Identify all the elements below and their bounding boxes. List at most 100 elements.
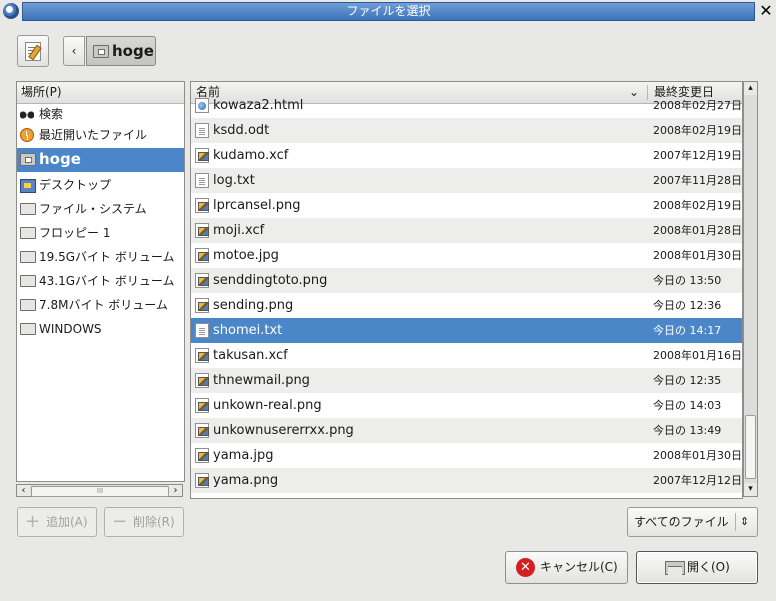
file-modified-date: 2008年01月16日 xyxy=(653,349,742,362)
file-name: unkownusererrxx.png xyxy=(213,423,354,438)
file-modified-date: 今日の 12:36 xyxy=(653,299,722,312)
place-label: WINDOWS xyxy=(39,322,102,336)
file-name: yama.png xyxy=(213,473,279,488)
file-name: unkown-real.png xyxy=(213,398,322,413)
scroll-down-arrow-icon[interactable]: ▾ xyxy=(744,483,757,496)
drive-icon xyxy=(20,251,36,263)
cancel-label: キャンセル(C) xyxy=(540,560,618,574)
place-filesystem[interactable]: ファイル・システム xyxy=(17,198,184,222)
file-row[interactable]: yama.jpg 2008年01月30日 xyxy=(191,443,742,468)
image-file-icon xyxy=(195,448,209,463)
file-row[interactable]: unkownusererrxx.png 今日の 13:49 xyxy=(191,418,742,443)
file-list-vertical-scrollbar[interactable]: ▴ ▾ xyxy=(743,81,758,497)
place-recent[interactable]: 最近開いたファイル xyxy=(17,125,184,146)
file-row[interactable]: unkown-real.png 今日の 14:03 xyxy=(191,393,742,418)
places-pane: 場所(P) 検索 最近開いたファイル hoge デスクトップ ファイル・システム… xyxy=(16,81,185,482)
image-file-icon xyxy=(195,373,209,388)
place-volume-43gb[interactable]: 43.1Gバイト ボリューム xyxy=(17,270,184,294)
app-menu-icon[interactable] xyxy=(3,3,19,19)
file-name: thnewmail.png xyxy=(213,373,310,388)
file-modified-date: 2007年12月12日 xyxy=(653,474,742,487)
file-modified-date: 2007年11月28日 xyxy=(653,174,742,187)
file-type-filter[interactable]: すべてのファイル ⇕ xyxy=(627,507,758,537)
file-modified-date: 2008年02月27日 xyxy=(653,99,742,112)
file-name: sending.png xyxy=(213,298,294,313)
place-hoge[interactable]: hoge xyxy=(17,148,184,172)
file-modified-date: 2008年02月19日 xyxy=(653,199,742,212)
places-header[interactable]: 場所(P) xyxy=(17,82,184,104)
remove-label: 削除(R) xyxy=(133,515,175,529)
file-row[interactable]: sending.png 今日の 12:36 xyxy=(191,293,742,318)
close-button[interactable]: ✕ xyxy=(757,2,775,20)
place-windows[interactable]: WINDOWS xyxy=(17,318,184,342)
path-back-button[interactable]: ‹ xyxy=(63,36,85,66)
cancel-button[interactable]: ✕ キャンセル(C) xyxy=(505,551,628,584)
scroll-right-arrow-icon[interactable]: › xyxy=(169,485,182,496)
place-search[interactable]: 検索 xyxy=(17,104,184,125)
file-row[interactable]: log.txt 2007年11月28日 xyxy=(191,168,742,193)
place-floppy[interactable]: フロッピー 1 xyxy=(17,222,184,246)
filter-divider xyxy=(735,513,736,531)
place-volume-7mb[interactable]: 7.8Mバイト ボリューム xyxy=(17,294,184,318)
file-row[interactable]: motoe.jpg 2008年01月30日 xyxy=(191,243,742,268)
file-modified-date: 2007年12月19日 xyxy=(653,149,742,162)
open-button[interactable]: 開く(O) xyxy=(636,551,758,584)
file-row[interactable]: kudamo.xcf 2007年12月19日 xyxy=(191,143,742,168)
scroll-up-arrow-icon[interactable]: ▴ xyxy=(744,82,757,95)
scroll-left-arrow-icon[interactable]: ‹ xyxy=(17,485,30,496)
file-row[interactable]: senddingtoto.png 今日の 13:50 xyxy=(191,268,742,293)
place-label: 19.5Gバイト ボリューム xyxy=(39,250,175,264)
file-row[interactable]: takusan.xcf 2008年01月16日 xyxy=(191,343,742,368)
drive-icon xyxy=(20,323,36,335)
folder-icon xyxy=(93,45,109,58)
image-file-icon xyxy=(195,198,209,213)
place-label: 43.1Gバイト ボリューム xyxy=(39,274,175,288)
open-folder-icon xyxy=(665,561,685,575)
path-crumb-hoge[interactable]: hoge xyxy=(86,36,156,66)
title-bar: ファイルを選択 ✕ xyxy=(0,0,776,23)
file-row[interactable]: yama.png 2007年12月12日 xyxy=(191,468,742,493)
file-name: lprcansel.png xyxy=(213,198,301,213)
file-name: kowaza2.html xyxy=(213,98,304,113)
add-bookmark-button[interactable]: + 追加(A) xyxy=(17,507,97,537)
place-label: 検索 xyxy=(39,107,64,121)
image-file-icon xyxy=(195,423,209,438)
file-modified-date: 今日の 13:49 xyxy=(653,424,722,437)
file-modified-date: 2008年01月28日 xyxy=(653,224,742,237)
type-location-button[interactable] xyxy=(17,35,49,67)
place-label: デスクトップ xyxy=(39,178,112,192)
edit-location-icon xyxy=(25,42,41,61)
file-name: motoe.jpg xyxy=(213,248,279,263)
file-modified-date: 2008年02月19日 xyxy=(653,124,742,137)
place-volume-19gb[interactable]: 19.5Gバイト ボリューム xyxy=(17,246,184,270)
text-file-icon xyxy=(195,323,209,338)
scrollbar-thumb[interactable] xyxy=(745,415,756,479)
file-row[interactable]: thnewmail.png 今日の 12:35 xyxy=(191,368,742,393)
image-file-icon xyxy=(195,223,209,238)
file-row[interactable]: kowaza2.html 2008年02月27日 xyxy=(191,93,742,118)
file-row[interactable]: lprcansel.png 2008年02月19日 xyxy=(191,193,742,218)
file-name: takusan.xcf xyxy=(213,348,288,363)
places-horizontal-scrollbar[interactable]: ‹ III › xyxy=(16,484,183,497)
scrollbar-thumb[interactable]: III xyxy=(31,486,169,497)
image-file-icon xyxy=(195,473,209,488)
file-name: shomei.txt xyxy=(213,323,283,338)
text-file-icon xyxy=(195,173,209,188)
folder-icon xyxy=(20,153,36,166)
filter-value: すべてのファイル xyxy=(634,515,729,529)
plus-icon: + xyxy=(25,511,41,532)
file-name: ksdd.odt xyxy=(213,123,270,138)
place-desktop[interactable]: デスクトップ xyxy=(17,174,184,198)
file-list: 名前 ⌄ 最終変更日 kowaza2.html 2008年02月27日 ksdd.o… xyxy=(190,81,743,499)
place-label: 最近開いたファイル xyxy=(39,128,148,142)
file-row[interactable]: moji.xcf 2008年01月28日 xyxy=(191,218,742,243)
file-row[interactable]: shomei.txt 今日の 14:17 xyxy=(191,318,742,343)
file-row[interactable]: ksdd.odt 2008年02月19日 xyxy=(191,118,742,143)
file-name: kudamo.xcf xyxy=(213,148,289,163)
file-modified-date: 2008年01月30日 xyxy=(653,449,742,462)
binoculars-icon xyxy=(20,107,34,119)
title-strip[interactable]: ファイルを選択 xyxy=(22,2,755,21)
remove-bookmark-button[interactable]: − 削除(R) xyxy=(104,507,184,537)
floppy-icon xyxy=(20,227,36,239)
place-label: hoge xyxy=(39,150,81,168)
